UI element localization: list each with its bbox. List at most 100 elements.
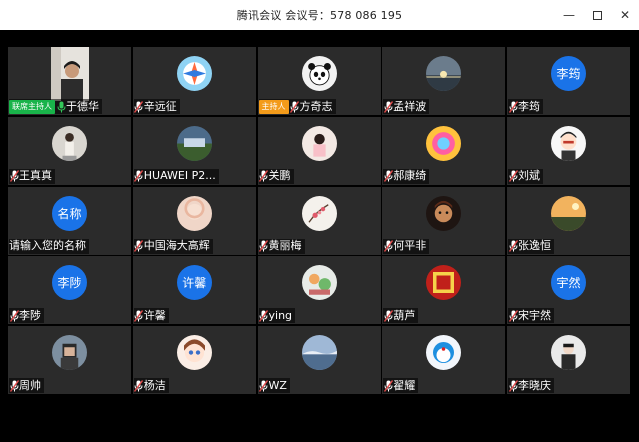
avatar: 李陟 bbox=[52, 265, 87, 301]
mic-muted-icon bbox=[508, 239, 518, 253]
avatar: 宇然 bbox=[551, 265, 586, 301]
mic-muted-icon bbox=[134, 379, 144, 393]
name-bar: 李陟 bbox=[9, 308, 44, 324]
participant-name: 葫芦 bbox=[393, 308, 416, 322]
name-bar: 葫芦 bbox=[383, 308, 419, 324]
minimize-icon[interactable]: — bbox=[555, 0, 583, 30]
mic-muted-icon bbox=[290, 100, 300, 114]
mic-muted-icon bbox=[134, 169, 144, 183]
mic-muted-icon bbox=[134, 100, 144, 114]
participant-name: ying bbox=[268, 308, 293, 322]
participant-tile[interactable]: 张逸恒 bbox=[507, 186, 630, 255]
mic-muted-icon bbox=[383, 239, 393, 253]
name-bar: ying bbox=[258, 308, 296, 324]
participant-name: 孟祥波 bbox=[393, 99, 427, 113]
mic-muted-icon bbox=[508, 379, 518, 393]
participant-name: 辛远征 bbox=[143, 99, 177, 113]
avatar bbox=[176, 125, 212, 161]
name-bar: 刘斌 bbox=[508, 168, 543, 184]
maximize-icon[interactable] bbox=[583, 0, 611, 30]
mic-muted-icon bbox=[9, 169, 19, 183]
mic-muted-icon bbox=[383, 100, 393, 114]
participant-tile[interactable]: 郝康绮 bbox=[382, 116, 506, 185]
participant-video bbox=[51, 47, 89, 101]
mic-muted-icon bbox=[134, 309, 144, 323]
participant-tile[interactable]: 许馨 许馨 bbox=[132, 256, 256, 325]
close-icon[interactable]: ✕ bbox=[611, 0, 639, 30]
participant-tile[interactable]: 杨洁 bbox=[132, 326, 256, 394]
participant-tile[interactable]: HUAWEI P2... bbox=[132, 116, 256, 185]
participant-tile[interactable]: 关鹏 bbox=[257, 116, 381, 185]
participant-tile[interactable]: 主持人 方奇志 bbox=[257, 47, 381, 115]
participant-tile[interactable]: 辛远征 bbox=[132, 47, 256, 115]
participant-name: 何平非 bbox=[393, 239, 427, 252]
name-bar: 何平非 bbox=[383, 238, 430, 254]
name-bar: 李筠 bbox=[508, 99, 543, 114]
participant-name: 李陟 bbox=[19, 308, 41, 322]
participant-tile[interactable]: ying bbox=[257, 256, 381, 325]
mic-muted-icon bbox=[508, 169, 518, 183]
participant-tile[interactable]: 王真真 bbox=[8, 116, 131, 185]
participant-tile[interactable]: WZ bbox=[257, 326, 381, 394]
participant-tile[interactable]: 李筠 李筠 bbox=[507, 47, 630, 115]
avatar bbox=[301, 56, 337, 91]
participant-name: 于德华 bbox=[66, 99, 99, 113]
participant-tile[interactable]: 葫芦 bbox=[382, 256, 506, 325]
participant-tile[interactable]: 孟祥波 bbox=[382, 47, 506, 115]
participant-name: 请输入您的名称 bbox=[9, 239, 86, 252]
participant-name: WZ bbox=[268, 378, 287, 392]
window-title: 腾讯会议 会议号：578 086 195 bbox=[236, 9, 403, 22]
mic-muted-icon bbox=[259, 379, 269, 393]
meeting-window: 腾讯会议 会议号：578 086 195 — ✕ 联席主持人 于德华 辛远征 主持人方… bbox=[0, 0, 639, 442]
participant-name: 郝康绮 bbox=[393, 169, 427, 183]
participant-name: 张逸恒 bbox=[518, 239, 551, 252]
participant-name: 关鹏 bbox=[268, 169, 291, 183]
name-bar: 联席主持人 于德华 bbox=[9, 99, 102, 114]
participant-name: 杨洁 bbox=[143, 378, 166, 392]
participant-name: 李晓庆 bbox=[518, 378, 551, 392]
name-bar: 黄丽梅 bbox=[258, 238, 305, 254]
avatar bbox=[176, 195, 212, 231]
avatar: 许馨 bbox=[176, 265, 212, 301]
avatar bbox=[426, 125, 462, 161]
mic-muted-icon bbox=[508, 309, 518, 323]
name-bar: 主持人 方奇志 bbox=[258, 99, 336, 114]
participant-tile[interactable]: 周帅 bbox=[8, 326, 131, 394]
avatar: 名称 bbox=[52, 195, 87, 231]
mic-muted-icon bbox=[134, 239, 144, 253]
participant-tile[interactable]: 刘斌 bbox=[507, 116, 630, 185]
participant-tile[interactable]: 中国海大高辉 bbox=[132, 186, 256, 255]
avatar bbox=[426, 56, 462, 91]
participant-tile[interactable]: 联席主持人 于德华 bbox=[8, 47, 131, 115]
avatar bbox=[301, 335, 337, 370]
avatar bbox=[301, 125, 337, 161]
avatar bbox=[52, 125, 87, 161]
avatar bbox=[426, 195, 462, 231]
participant-name: 刘斌 bbox=[518, 169, 540, 183]
participant-tile[interactable]: 何平非 bbox=[382, 186, 506, 255]
name-bar: 中国海大高辉 bbox=[133, 238, 213, 254]
participant-grid: 联席主持人 于德华 辛远征 主持人 方奇志 孟祥波 李筠 李筠王真真 HUAWEI P2... 关… bbox=[8, 47, 630, 394]
participant-tile[interactable]: 翟耀 bbox=[382, 326, 506, 394]
avatar bbox=[551, 125, 586, 161]
name-bar: WZ bbox=[258, 378, 290, 393]
mic-muted-icon bbox=[259, 309, 269, 323]
participant-tile[interactable]: 黄丽梅 bbox=[257, 186, 381, 255]
name-bar: 杨洁 bbox=[133, 378, 169, 393]
name-bar: 辛远征 bbox=[133, 99, 180, 114]
participant-tile[interactable]: 宇然 宋宇然 bbox=[507, 256, 630, 325]
avatar bbox=[301, 195, 337, 231]
participant-tile[interactable]: 李晓庆 bbox=[507, 326, 630, 394]
participant-name: 方奇志 bbox=[299, 99, 333, 113]
participant-tile[interactable]: 名称请输入您的名称 bbox=[8, 186, 131, 255]
participant-tile[interactable]: 李陟 李陟 bbox=[8, 256, 131, 325]
participant-name: 周帅 bbox=[19, 378, 41, 392]
mic-muted-icon bbox=[9, 379, 19, 393]
video-gallery: 联席主持人 于德华 辛远征 主持人 方奇志 孟祥波 李筠 李筠王真真 HUAWEI P2... 关… bbox=[0, 30, 639, 442]
participant-name: 中国海大高辉 bbox=[143, 239, 210, 252]
avatar bbox=[52, 335, 87, 370]
avatar bbox=[176, 335, 212, 370]
host-badge: 主持人 bbox=[258, 99, 289, 114]
name-bar: 周帅 bbox=[9, 378, 44, 393]
mic-muted-icon bbox=[508, 100, 518, 114]
